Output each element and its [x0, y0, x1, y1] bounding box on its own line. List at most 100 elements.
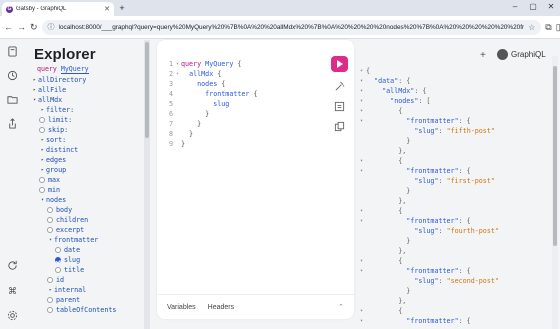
explorer-item[interactable]: body — [28, 205, 150, 215]
explorer-item[interactable]: tableOfContents — [28, 305, 150, 315]
extensions-icon[interactable]: ⧉ — [545, 21, 551, 33]
query-name-input[interactable]: MyQuery — [60, 65, 89, 74]
refresh-schema-icon[interactable] — [7, 260, 18, 271]
checkbox-icon[interactable] — [47, 217, 53, 223]
code-line[interactable]: 5 slug — [161, 99, 258, 109]
new-tab-button[interactable]: + — [116, 2, 128, 16]
checkbox-icon[interactable] — [47, 307, 53, 313]
checkbox-icon[interactable] — [47, 207, 53, 213]
caret-down-icon[interactable]: ▾ — [47, 235, 54, 245]
code-line[interactable]: 7 } — [161, 119, 258, 129]
explorer-item[interactable]: ▸ edges — [28, 155, 150, 165]
code-line[interactable]: 9} — [161, 139, 258, 149]
checkbox-icon[interactable] — [39, 127, 45, 133]
query-editor[interactable]: 1 ▾ query MyQuery {2 ▾ allMdx {3 nodes {4 f… — [157, 40, 354, 319]
result-line: ▾ "frontmatter": { — [360, 166, 550, 176]
code-line[interactable]: 6 } — [161, 109, 258, 119]
explorer-scrollbar[interactable] — [144, 40, 150, 329]
explorer-item[interactable]: limit: — [28, 115, 150, 125]
code-line[interactable]: 4 frontmatter { — [161, 89, 258, 99]
explorer-item[interactable]: ▸ allDirectory — [28, 75, 150, 85]
reload-icon[interactable]: ↻ — [30, 21, 38, 33]
caret-right-icon[interactable]: ▸ — [39, 145, 46, 155]
export-icon[interactable] — [7, 118, 18, 129]
site-info-icon[interactable]: ⓘ — [48, 22, 55, 32]
caret-right-icon[interactable]: ▸ — [39, 135, 46, 145]
checkbox-icon[interactable] — [47, 227, 53, 233]
checkbox-icon[interactable] — [55, 267, 61, 273]
checkbox-icon[interactable] — [47, 277, 53, 283]
explorer-item[interactable]: excerpt — [28, 225, 150, 235]
checkbox-checked-icon[interactable] — [55, 257, 61, 263]
explorer-item[interactable]: date — [28, 245, 150, 255]
result-token: "frontmatter" — [406, 317, 459, 325]
docs-icon[interactable] — [7, 46, 18, 57]
explorer-item[interactable]: skip: — [28, 125, 150, 135]
result-scroll-thumb[interactable] — [553, 66, 557, 246]
caret-right-icon[interactable]: ▸ — [47, 285, 54, 295]
add-tab-button[interactable]: + — [480, 50, 486, 61]
explorer-scroll-thumb[interactable] — [145, 42, 149, 138]
headers-tab[interactable]: Headers — [208, 304, 234, 311]
query-code[interactable]: 1 ▾ query MyQuery {2 ▾ allMdx {3 nodes {4 f… — [161, 59, 258, 149]
copy-query-icon[interactable] — [334, 121, 345, 132]
url-omnibox[interactable]: ⓘ localhost:8000/___graphql?query=query%… — [41, 19, 542, 35]
checkbox-icon[interactable] — [47, 297, 53, 303]
explorer-item[interactable]: ▸ group — [28, 165, 150, 175]
variables-tab[interactable]: Variables — [167, 304, 196, 311]
explorer-item[interactable]: parent — [28, 295, 150, 305]
caret-down-icon[interactable]: ▾ — [39, 195, 46, 205]
result-line: ▾ "allMdx": { — [360, 86, 550, 96]
explorer-item[interactable]: ▸ distinct — [28, 145, 150, 155]
toggle-editor-tools-icon[interactable]: ⌃ — [338, 303, 344, 311]
code-token: } — [181, 130, 194, 138]
close-tab-icon[interactable]: ✕ — [104, 5, 110, 13]
explorer-item[interactable]: ▸ allFile — [28, 85, 150, 95]
forward-icon[interactable]: → — [17, 21, 26, 33]
code-line[interactable]: 8 } — [161, 129, 258, 139]
merge-fragments-icon[interactable] — [334, 101, 345, 112]
explorer-item[interactable]: ▸ filter: — [28, 105, 150, 115]
caret-right-icon[interactable]: ▸ — [39, 155, 46, 165]
explorer-item[interactable]: max — [28, 175, 150, 185]
code-line[interactable]: 1 ▾ query MyQuery { — [161, 59, 258, 69]
explorer-item[interactable]: ▾ allMdx — [28, 95, 150, 105]
run-query-button[interactable] — [331, 56, 348, 72]
explorer-item[interactable]: ▸ internal — [28, 285, 150, 295]
result-scrollbar[interactable] — [552, 56, 558, 329]
checkbox-icon[interactable] — [55, 247, 61, 253]
prettify-icon[interactable] — [334, 81, 345, 92]
explorer-item[interactable]: id — [28, 275, 150, 285]
explorer-item[interactable]: ▾ nodes — [28, 195, 150, 205]
checkbox-icon[interactable] — [39, 117, 45, 123]
settings-gear-icon[interactable] — [7, 310, 18, 321]
code-line[interactable]: 3 nodes { — [161, 79, 258, 89]
checkbox-icon[interactable] — [39, 187, 45, 193]
history-icon[interactable] — [7, 70, 18, 81]
minimize-icon[interactable]: – — [506, 0, 524, 16]
bookmark-star-icon[interactable]: ☆ — [528, 23, 535, 32]
shortcuts-icon[interactable]: ⌘ — [7, 285, 18, 296]
caret-right-icon[interactable]: ▸ — [39, 165, 46, 175]
explorer-item[interactable]: slug — [28, 255, 150, 265]
maximize-icon[interactable]: ▢ — [524, 0, 542, 16]
caret-right-icon[interactable]: ▸ — [31, 85, 38, 95]
line-number: 4 — [168, 90, 173, 98]
code-line[interactable]: 2 ▾ allMdx { — [161, 69, 258, 79]
sidepanel-icon[interactable]: ▯ — [556, 21, 560, 33]
close-window-icon[interactable]: ✕ — [542, 0, 560, 16]
explorer-item[interactable]: ▸ sort: — [28, 135, 150, 145]
checkbox-icon[interactable] — [39, 177, 45, 183]
caret-down-icon[interactable]: ▾ — [31, 95, 38, 105]
explorer-item[interactable]: min — [28, 185, 150, 195]
browser-tab[interactable]: G Gatsby - GraphiQL ✕ — [2, 2, 114, 16]
explorer-item[interactable]: children — [28, 215, 150, 225]
explorer-item[interactable]: title — [28, 265, 150, 275]
caret-right-icon[interactable]: ▸ — [39, 105, 46, 115]
url-text[interactable]: localhost:8000/___graphql?query=query%20… — [59, 24, 525, 31]
caret-right-icon[interactable]: ▸ — [31, 75, 38, 85]
result-viewer[interactable]: ▾{▾ "data": {▾ "allMdx": {▾ "nodes": [▾ … — [360, 66, 550, 329]
explorer-folder-icon[interactable] — [7, 94, 18, 105]
back-icon[interactable]: ← — [4, 21, 13, 33]
explorer-item[interactable]: ▾ frontmatter — [28, 235, 150, 245]
